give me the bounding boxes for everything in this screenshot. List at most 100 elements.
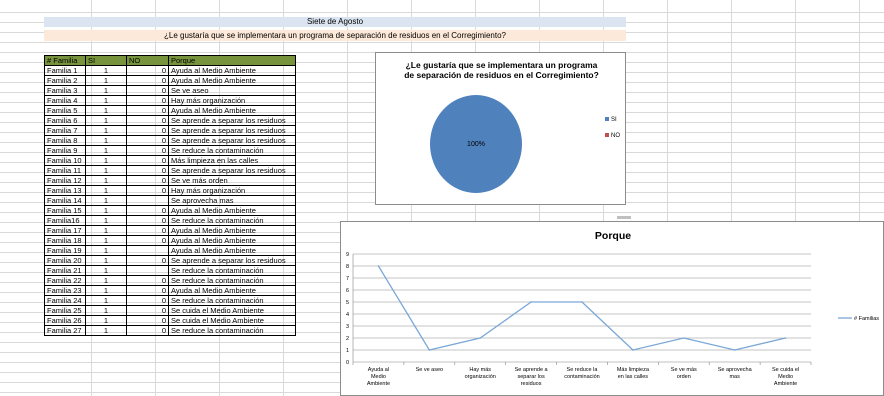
cell-si[interactable]: 1 [85,315,127,326]
cell-familia[interactable]: Familia 19 [44,245,86,256]
cell-familia[interactable]: Familia 26 [44,315,86,326]
cell-familia[interactable]: Familia 24 [44,295,86,306]
cell-no[interactable]: 0 [126,285,169,296]
header-no[interactable]: NO [126,55,169,66]
cell-si[interactable]: 1 [85,175,127,186]
cell-no[interactable]: 0 [126,75,169,86]
cell-no[interactable]: 0 [126,155,169,166]
cell-si[interactable]: 1 [85,255,127,266]
cell-no[interactable]: 0 [126,305,169,316]
cell-si[interactable]: 1 [85,305,127,316]
cell-porque[interactable]: Ayuda al Medio Ambiente [168,235,296,246]
cell-si[interactable]: 1 [85,205,127,216]
cell-si[interactable]: 1 [85,115,127,126]
cell-no[interactable]: 0 [126,125,169,136]
cell-no[interactable]: 0 [126,185,169,196]
cell-si[interactable]: 1 [85,165,127,176]
cell-si[interactable]: 1 [85,125,127,136]
cell-porque[interactable]: Se ve más orden [168,175,296,186]
cell-porque[interactable]: Se reduce la contaminación [168,145,296,156]
cell-si[interactable]: 1 [85,295,127,306]
cell-familia[interactable]: Familia 20 [44,255,86,266]
cell-familia[interactable]: Familia 1 [44,65,86,76]
cell-si[interactable]: 1 [85,105,127,116]
cell-porque[interactable]: Se aprende a separar los residuos [168,255,296,266]
cell-familia[interactable]: Familia 5 [44,105,86,116]
sheet-question[interactable]: ¿Le gustaría que se implementara un prog… [44,30,626,41]
cell-si[interactable]: 1 [85,215,127,226]
cell-familia[interactable]: Familia 14 [44,195,86,206]
cell-porque[interactable]: Más limpieza en las calles [168,155,296,166]
cell-familia[interactable]: Familia 3 [44,85,86,96]
header-si[interactable]: SI [85,55,127,66]
cell-si[interactable]: 1 [85,85,127,96]
cell-no[interactable]: 0 [126,205,169,216]
cell-porque[interactable]: Ayuda al Medio Ambiente [168,205,296,216]
cell-si[interactable]: 1 [85,225,127,236]
cell-no[interactable] [126,265,169,276]
cell-no[interactable]: 0 [126,235,169,246]
cell-porque[interactable]: Se aprende a separar los residuos [168,115,296,126]
cell-no[interactable]: 0 [126,65,169,76]
sheet-title[interactable]: Siete de Agosto [44,17,626,27]
cell-si[interactable]: 1 [85,155,127,166]
cell-porque[interactable]: Se reduce la contaminación [168,325,296,336]
cell-porque[interactable]: Se aprende a separar los residuos [168,135,296,146]
cell-no[interactable] [126,245,169,256]
header-familia[interactable]: # Familia [44,55,86,66]
cell-porque[interactable]: Se cuida el Medio Ambiente [168,305,296,316]
cell-familia[interactable]: Familia 2 [44,75,86,86]
cell-familia[interactable]: Familia 25 [44,305,86,316]
cell-porque[interactable]: Hay más organización [168,95,296,106]
cell-si[interactable]: 1 [85,275,127,286]
cell-familia[interactable]: Familia16 [44,215,86,226]
cell-si[interactable]: 1 [85,285,127,296]
line-chart[interactable]: Porque 0 1 2 3 4 5 6 7 8 9 Ayuda al Medio Ambiente Se… [340,221,884,396]
cell-si[interactable]: 1 [85,75,127,86]
cell-no[interactable]: 0 [126,105,169,116]
cell-no[interactable]: 0 [126,295,169,306]
cell-no[interactable]: 0 [126,325,169,336]
cell-no[interactable]: 0 [126,275,169,286]
cell-familia[interactable]: Familia 6 [44,115,86,126]
cell-no[interactable]: 0 [126,255,169,266]
cell-si[interactable]: 1 [85,235,127,246]
cell-familia[interactable]: Familia 22 [44,275,86,286]
cell-familia[interactable]: Familia 21 [44,265,86,276]
cell-familia[interactable]: Familia 18 [44,235,86,246]
cell-porque[interactable]: Ayuda al Medio Ambiente [168,65,296,76]
cell-familia[interactable]: Familia 13 [44,185,86,196]
cell-familia[interactable]: Familia 9 [44,145,86,156]
cell-familia[interactable]: Familia 8 [44,135,86,146]
cell-si[interactable]: 1 [85,265,127,276]
cell-si[interactable]: 1 [85,95,127,106]
cell-porque[interactable]: Ayuda al Medio Ambiente [168,245,296,256]
cell-no[interactable]: 0 [126,225,169,236]
cell-si[interactable]: 1 [85,195,127,206]
cell-porque[interactable]: Se aprovecha mas [168,195,296,206]
cell-porque[interactable]: Se reduce la contaminación [168,295,296,306]
cell-no[interactable]: 0 [126,115,169,126]
cell-si[interactable]: 1 [85,135,127,146]
cell-porque[interactable]: Se aprende a separar los residuos [168,165,296,176]
pie-chart[interactable]: ¿Le gustaría que se implementara un prog… [375,52,626,205]
cell-porque[interactable]: Se cuida el Medio Ambiente [168,315,296,326]
cell-no[interactable]: 0 [126,95,169,106]
cell-no[interactable]: 0 [126,135,169,146]
cell-no[interactable]: 0 [126,315,169,326]
cell-porque[interactable]: Se ve aseo [168,85,296,96]
cell-porque[interactable]: Se reduce la contaminación [168,215,296,226]
cell-no[interactable] [126,195,169,206]
header-porque[interactable]: Porque [168,55,296,66]
cell-si[interactable]: 1 [85,185,127,196]
cell-familia[interactable]: Familia 12 [44,175,86,186]
cell-porque[interactable]: Se reduce la contaminación [168,265,296,276]
cell-no[interactable]: 0 [126,175,169,186]
cell-familia[interactable]: Familia 15 [44,205,86,216]
cell-porque[interactable]: Ayuda al Medio Ambiente [168,75,296,86]
cell-familia[interactable]: Familia 7 [44,125,86,136]
cell-si[interactable]: 1 [85,65,127,76]
cell-si[interactable]: 1 [85,145,127,156]
cell-no[interactable]: 0 [126,165,169,176]
cell-no[interactable]: 0 [126,145,169,156]
